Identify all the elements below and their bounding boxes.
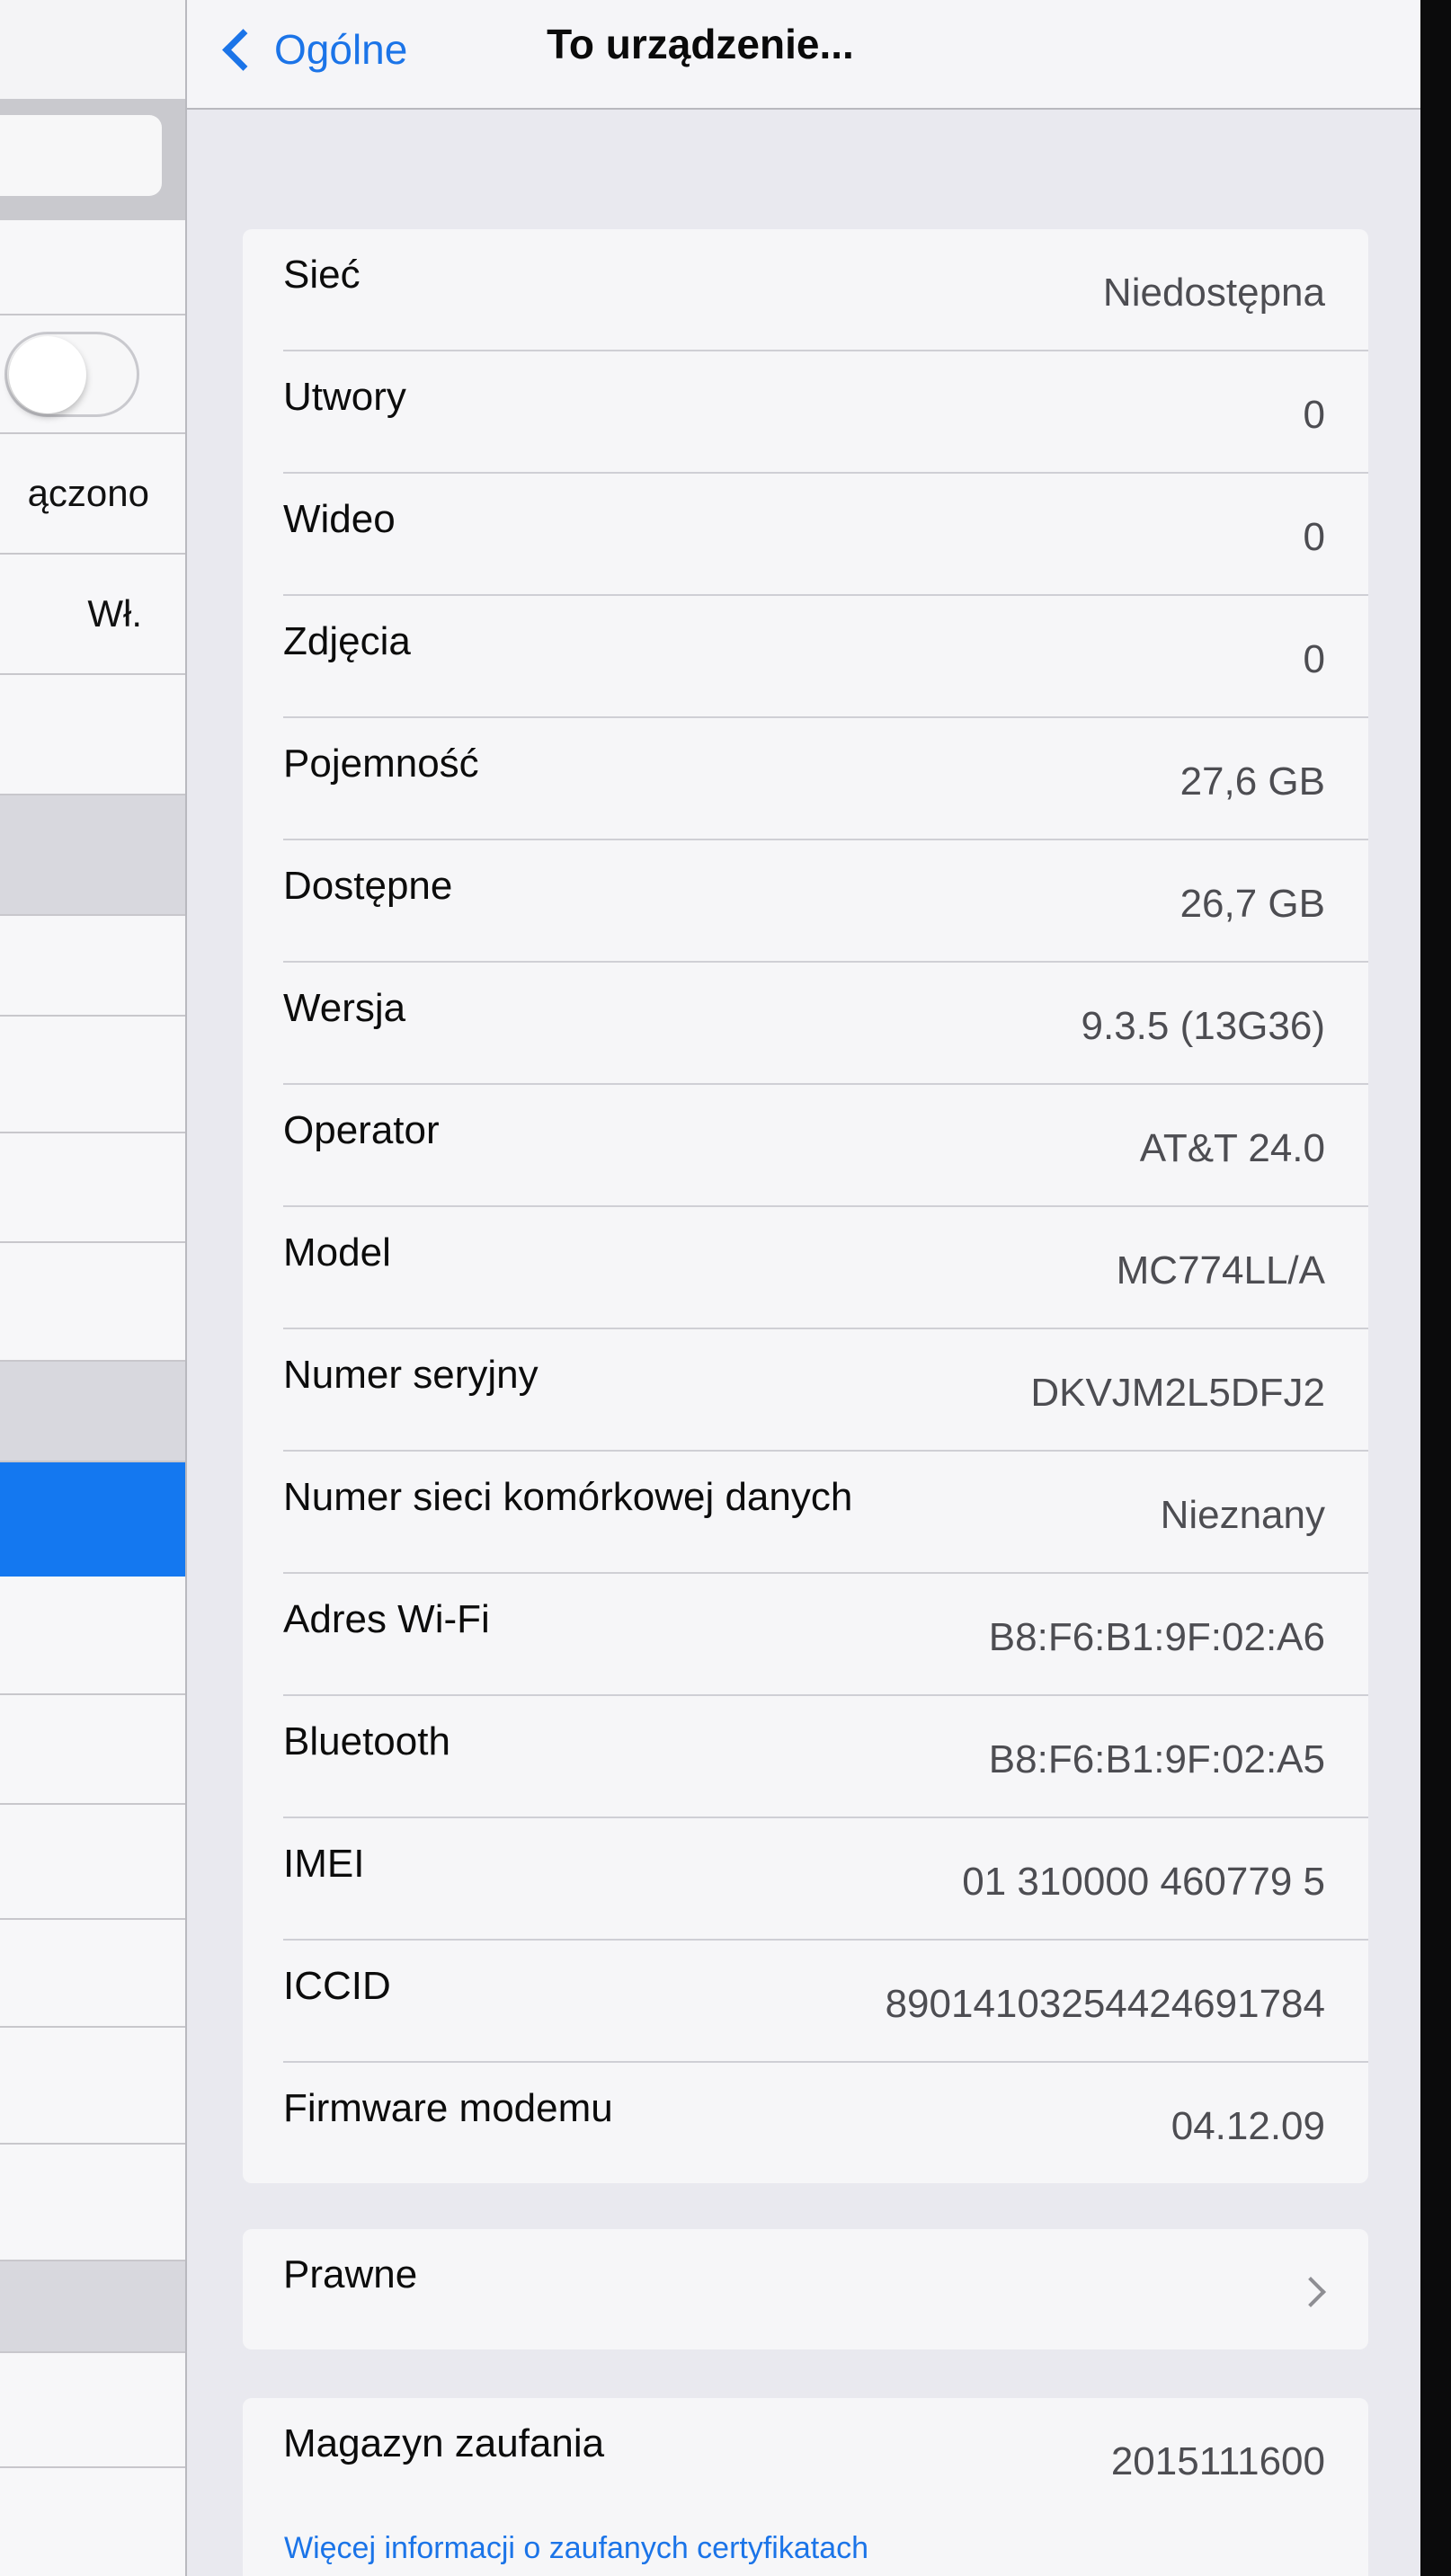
- info-row: Pojemność 27,6 GB: [283, 718, 1368, 840]
- master-row[interactable]: [0, 916, 185, 1017]
- about-detail-pane: Ogólne To urządzenie... Sieć Niedostępna U…: [187, 0, 1420, 2576]
- info-row: Wersja 9.3.5 (13G36): [283, 963, 1368, 1085]
- info-row: Numer seryjny DKVJM2L5DFJ2: [283, 1329, 1368, 1452]
- info-row-label: Wersja: [283, 986, 406, 1030]
- device-info-group: Sieć Niedostępna Utwory 0 Wideo 0 Zdjęcia 0 Poje…: [243, 229, 1368, 2183]
- master-row[interactable]: [0, 1577, 185, 1695]
- master-row-bluetooth[interactable]: Wł.: [0, 555, 185, 675]
- info-row-value: 26,7 GB: [1179, 882, 1325, 926]
- info-row: Adres Wi-Fi B8:F6:B1:9F:02:A6: [283, 1574, 1368, 1696]
- master-row-wifi[interactable]: ączono: [0, 434, 185, 555]
- trust-store-row: Magazyn zaufania 2015111600: [283, 2398, 1368, 2518]
- info-row-value: 04.12.09: [1171, 2104, 1325, 2148]
- master-row-status: Wł.: [87, 592, 142, 635]
- settings-master-pane: ączono Wł.: [0, 0, 187, 2576]
- info-row: Zdjęcia 0: [283, 596, 1368, 718]
- trust-store-value: 2015111600: [1110, 2439, 1325, 2483]
- master-row[interactable]: [0, 220, 185, 315]
- info-row: Dostępne 26,7 GB: [283, 840, 1368, 963]
- info-row: Wideo 0: [283, 474, 1368, 596]
- info-row: ICCID 89014103254424691784: [283, 1941, 1368, 2063]
- master-row[interactable]: [0, 1017, 185, 1133]
- info-row-value: Nieznany: [1160, 1493, 1325, 1537]
- info-row-label: Firmware modemu: [283, 2086, 613, 2130]
- page-title: To urządzenie...: [547, 21, 854, 67]
- info-row-label: IMEI: [283, 1842, 365, 1886]
- master-row[interactable]: [0, 2028, 185, 2145]
- info-row: Utwory 0: [283, 351, 1368, 474]
- info-row-value: Niedostępna: [1102, 271, 1325, 315]
- master-row[interactable]: [0, 2145, 185, 2261]
- info-row: Firmware modemu 04.12.09: [283, 2063, 1368, 2183]
- master-row-status: ączono: [27, 472, 149, 514]
- info-row-value: 0: [1303, 637, 1325, 681]
- search-input[interactable]: [0, 115, 162, 196]
- info-row-value: MC774LL/A: [1116, 1248, 1325, 1292]
- master-row[interactable]: [0, 1133, 185, 1243]
- info-row-value: B8:F6:B1:9F:02:A5: [988, 1737, 1325, 1781]
- master-row[interactable]: [0, 1243, 185, 1362]
- info-row-label: Bluetooth: [283, 1719, 450, 1763]
- info-row-label: Numer sieci komórkowej danych: [283, 1475, 853, 1519]
- legal-row[interactable]: Prawne: [283, 2229, 1368, 2349]
- info-row-label: Utwory: [283, 375, 406, 419]
- legal-label: Prawne: [283, 2252, 418, 2296]
- info-row-label: Pojemność: [283, 742, 479, 786]
- info-row-value: DKVJM2L5DFJ2: [1030, 1371, 1325, 1415]
- master-row[interactable]: [0, 1920, 185, 2028]
- master-row-general-selected[interactable]: [0, 1462, 185, 1577]
- info-row-label: Adres Wi-Fi: [283, 1597, 490, 1641]
- master-section-gap: [0, 795, 185, 916]
- master-row[interactable]: [0, 675, 185, 795]
- info-row-value: 27,6 GB: [1179, 759, 1325, 804]
- navigation-bar: Ogólne To urządzenie...: [187, 0, 1420, 110]
- toggle-knob: [9, 336, 86, 413]
- info-row-label: Operator: [283, 1108, 440, 1152]
- legal-group: Prawne: [243, 2229, 1368, 2349]
- info-row-value: 01 310000 460779 5: [962, 1860, 1325, 1904]
- info-row-value: 0: [1303, 393, 1325, 437]
- info-row-value: 0: [1303, 515, 1325, 559]
- info-row: IMEI 01 310000 460779 5: [283, 1818, 1368, 1941]
- info-row: Numer sieci komórkowej danych Nieznany: [283, 1452, 1368, 1574]
- chevron-right-icon: [1295, 2277, 1326, 2307]
- info-row-label: Wideo: [283, 497, 396, 541]
- info-row-label: ICCID: [283, 1964, 391, 2008]
- info-row: Model MC774LL/A: [283, 1207, 1368, 1329]
- info-row-label: Sieć: [283, 253, 361, 297]
- master-section-gap: [0, 1362, 185, 1462]
- info-row-value: 89014103254424691784: [885, 1982, 1325, 2026]
- master-row[interactable]: [0, 2468, 185, 2576]
- info-row: Bluetooth B8:F6:B1:9F:02:A5: [283, 1696, 1368, 1818]
- ipad-screen: ączono Wł. Ogólne To urządzenie... Sieć …: [0, 0, 1420, 2576]
- info-row: Sieć Niedostępna: [283, 229, 1368, 351]
- info-row-value: AT&T 24.0: [1139, 1126, 1325, 1170]
- master-row[interactable]: [0, 1805, 185, 1920]
- info-row-label: Dostępne: [283, 864, 453, 908]
- trust-store-label: Magazyn zaufania: [283, 2421, 605, 2465]
- info-row-label: Model: [283, 1230, 391, 1275]
- info-row: Operator AT&T 24.0: [283, 1085, 1368, 1207]
- info-row-label: Numer seryjny: [283, 1353, 539, 1397]
- master-section-gap: [0, 2261, 185, 2353]
- trusted-certificates-link[interactable]: Więcej informacji o zaufanych certyfikat…: [284, 2531, 868, 2566]
- info-row-label: Zdjęcia: [283, 619, 411, 663]
- info-row-value: 9.3.5 (13G36): [1081, 1004, 1326, 1048]
- master-row-toggle[interactable]: [0, 315, 185, 434]
- airplane-mode-toggle[interactable]: [4, 332, 139, 417]
- info-row-value: B8:F6:B1:9F:02:A6: [988, 1615, 1325, 1659]
- master-row[interactable]: [0, 2353, 185, 2468]
- master-row[interactable]: [0, 1695, 185, 1805]
